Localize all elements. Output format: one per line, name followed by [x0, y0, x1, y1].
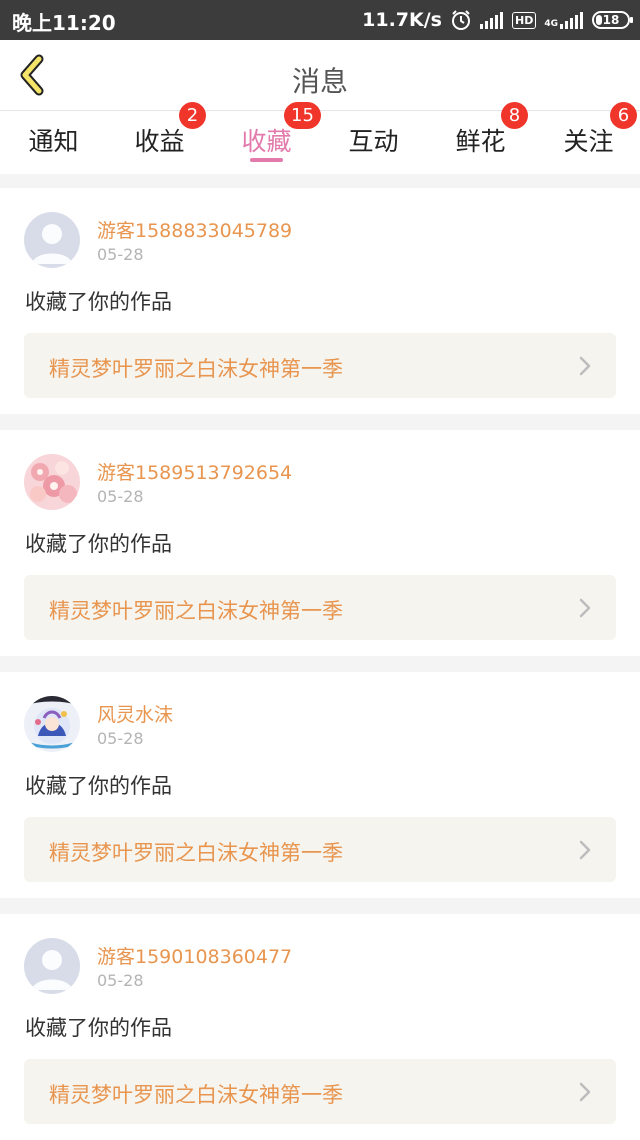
tab-notifications[interactable]: 通知	[0, 111, 107, 174]
tab-label: 通知	[28, 127, 79, 156]
timestamp: 05-28	[97, 245, 144, 264]
username[interactable]: 游客1588833045789	[97, 216, 292, 243]
timestamp: 05-28	[97, 971, 144, 990]
follows-badge: 6	[610, 102, 637, 129]
action-text: 收藏了你的作品	[25, 774, 172, 798]
username[interactable]: 游客1589513792654	[97, 458, 292, 485]
action-text: 收藏了你的作品	[25, 290, 172, 314]
work-link[interactable]: 精灵梦叶罗丽之白沫女神第一季	[24, 1059, 616, 1124]
flowers-badge: 8	[501, 102, 528, 129]
active-tab-indicator	[250, 158, 283, 162]
avatar[interactable]	[24, 696, 80, 752]
action-text: 收藏了你的作品	[25, 1016, 172, 1040]
list-item[interactable]: 游客1588833045789 05-28 收藏了你的作品 精灵梦叶罗丽之白沫女…	[0, 188, 640, 414]
work-title: 精灵梦叶罗丽之白沫女神第一季	[49, 357, 343, 381]
tab-label: 互动	[348, 127, 399, 156]
list-item[interactable]: 游客1590108360477 05-28 收藏了你的作品 精灵梦叶罗丽之白沫女…	[0, 914, 640, 1140]
status-bar: 晚上11:20 11.7K/s HD 4G 18	[0, 0, 640, 40]
work-link[interactable]: 精灵梦叶罗丽之白沫女神第一季	[24, 817, 616, 882]
tab-interactions[interactable]: 互动	[320, 111, 427, 174]
work-title: 精灵梦叶罗丽之白沫女神第一季	[49, 599, 343, 623]
network-type-label: 4G	[544, 19, 558, 29]
list-item[interactable]: 游客1589513792654 05-28 收藏了你的作品 精灵梦叶罗丽之白沫女…	[0, 430, 640, 656]
chevron-right-icon	[579, 356, 591, 376]
chevron-right-icon	[579, 1082, 591, 1102]
avatar[interactable]	[24, 212, 80, 268]
timestamp: 05-28	[97, 487, 144, 506]
signal-bars-icon	[480, 11, 504, 29]
net-speed: 11.7K/s	[362, 9, 442, 31]
work-link[interactable]: 精灵梦叶罗丽之白沫女神第一季	[24, 575, 616, 640]
chevron-right-icon	[579, 598, 591, 618]
avatar[interactable]	[24, 454, 80, 510]
page-title: 消息	[291, 65, 348, 98]
username[interactable]: 风灵水沫	[97, 700, 173, 727]
work-link[interactable]: 精灵梦叶罗丽之白沫女神第一季	[24, 333, 616, 398]
hd-icon: HD	[512, 11, 537, 29]
battery-level: 18	[602, 13, 620, 27]
app-header: 消息	[0, 40, 640, 111]
action-text: 收藏了你的作品	[25, 532, 172, 556]
favorites-badge: 15	[284, 102, 321, 129]
work-title: 精灵梦叶罗丽之白沫女神第一季	[49, 1083, 343, 1107]
timestamp: 05-28	[97, 729, 144, 748]
signal-4g-icon: 4G	[544, 11, 584, 29]
battery-icon: 18	[592, 11, 633, 29]
chevron-right-icon	[579, 840, 591, 860]
status-icons: 11.7K/s HD 4G 18	[362, 7, 633, 33]
alarm-clock-icon	[450, 9, 472, 31]
username[interactable]: 游客1590108360477	[97, 942, 292, 969]
earnings-badge: 2	[179, 102, 206, 129]
status-time: 晚上11:20	[12, 11, 116, 35]
avatar[interactable]	[24, 938, 80, 994]
list-item[interactable]: 风灵水沫 05-28 收藏了你的作品 精灵梦叶罗丽之白沫女神第一季	[0, 672, 640, 898]
work-title: 精灵梦叶罗丽之白沫女神第一季	[49, 841, 343, 865]
